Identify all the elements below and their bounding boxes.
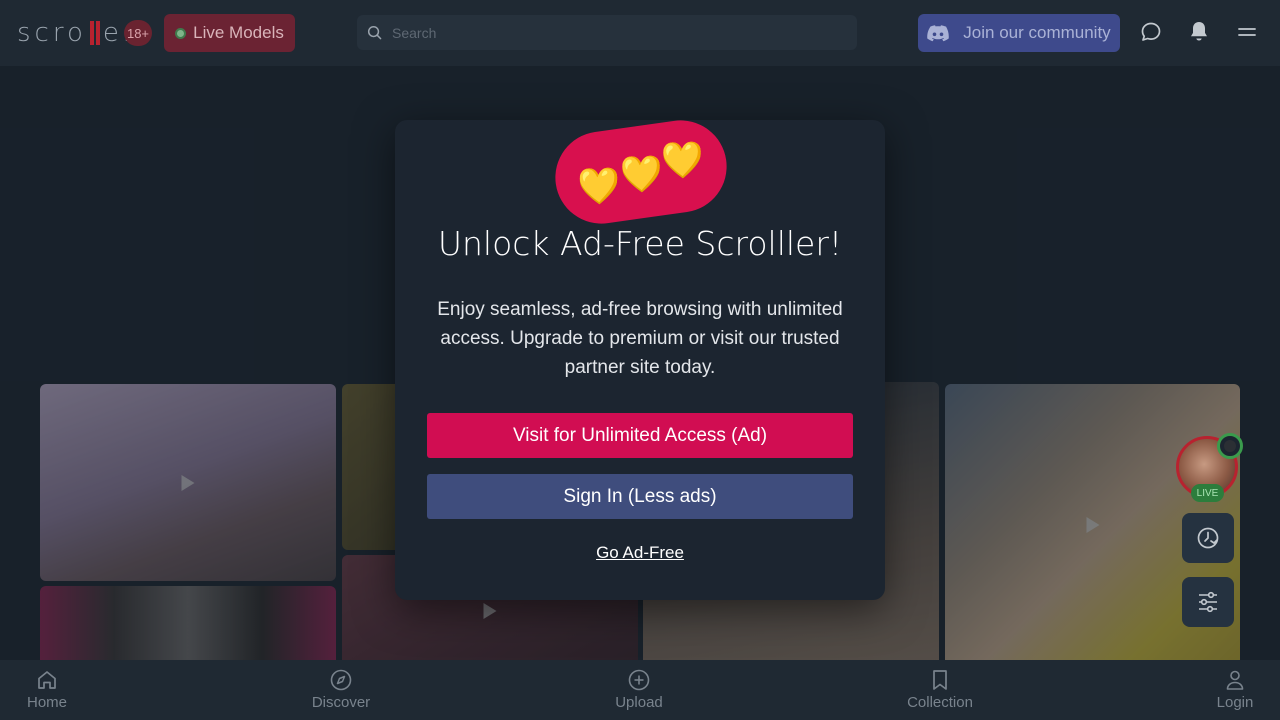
home-icon (38, 671, 56, 689)
live-models-label: Live Models (193, 23, 284, 42)
nav-item-login[interactable]: Login (1185, 660, 1280, 720)
heart-icon: 💛 (660, 139, 705, 181)
nav-label: Discover (311, 694, 371, 711)
user-icon (1226, 670, 1244, 690)
top-bar: scro er 18+ Live Models Join our communi… (0, 0, 1280, 66)
heart-icon: 💛 (577, 165, 622, 207)
nav-item-upload[interactable]: Upload (589, 660, 689, 720)
logo-bars-icon (89, 21, 100, 45)
search-input[interactable] (392, 24, 832, 41)
site-logo[interactable]: scro er (17, 18, 138, 48)
join-community-label: Join our community (963, 23, 1111, 42)
logo-text-left: scro (17, 18, 87, 48)
heart-icon: 💛 (619, 153, 663, 195)
sliders-icon (1199, 591, 1217, 613)
nav-label: Login (1216, 694, 1254, 711)
live-dot-icon (175, 27, 187, 39)
plus-circle-icon (628, 669, 650, 691)
modal-description: Enjoy seamless, ad-free browsing with un… (437, 299, 843, 378)
chat-icon[interactable] (1139, 20, 1163, 44)
sign-in-button[interactable]: Sign In (Less ads) (427, 474, 853, 519)
live-models-button[interactable]: Live Models (164, 14, 295, 52)
bottom-nav: Home Discover Upload Collection Login (0, 660, 1280, 720)
nav-item-home[interactable]: Home (0, 660, 97, 720)
nav-item-discover[interactable]: Discover (291, 660, 391, 720)
nav-label: Home (26, 694, 67, 711)
compass-icon (330, 669, 352, 691)
bookmark-icon (933, 670, 947, 690)
live-badge: LIVE (1191, 484, 1224, 502)
go-ad-free-link[interactable]: Go Ad-Free (395, 543, 885, 563)
modal-title: Unlock Ad-Free Scrolller! (437, 224, 843, 263)
search-icon (367, 25, 382, 40)
autoplay-speed-button[interactable] (1182, 513, 1234, 563)
search-bar[interactable] (357, 15, 857, 50)
nav-label: Collection (907, 694, 973, 711)
discord-icon (927, 24, 950, 41)
join-community-button[interactable]: Join our community (918, 14, 1120, 52)
live-status-icon (1217, 433, 1243, 459)
clock-speed-icon (1197, 527, 1219, 549)
age-badge: 18+ (124, 20, 152, 46)
visit-unlimited-access-button[interactable]: Visit for Unlimited Access (Ad) (427, 413, 853, 458)
bell-icon[interactable] (1187, 20, 1211, 44)
filters-button[interactable] (1182, 577, 1234, 627)
nav-item-collection[interactable]: Collection (890, 660, 990, 720)
nav-label: Upload (615, 694, 663, 711)
menu-icon[interactable] (1235, 20, 1259, 44)
